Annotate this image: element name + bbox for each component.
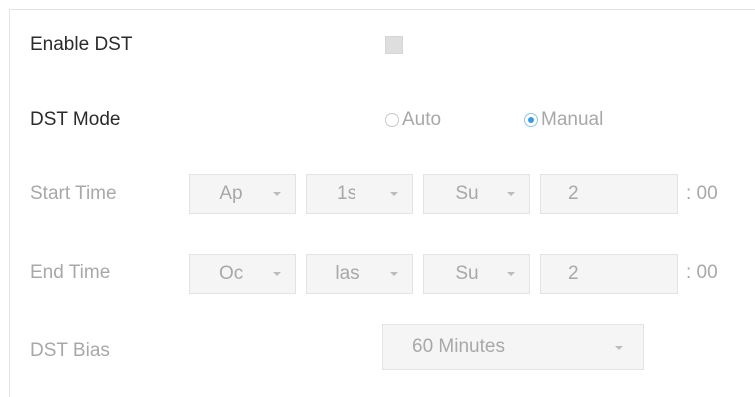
start-minute-suffix: : 00	[686, 183, 718, 204]
end-week-select[interactable]: las	[306, 254, 413, 294]
dst-mode-label: DST Mode	[30, 109, 121, 130]
start-week-value: 1s	[337, 183, 355, 204]
chevron-down-icon	[507, 272, 515, 276]
start-day-value: Su	[455, 183, 479, 204]
radio-checked-icon[interactable]	[524, 113, 538, 127]
end-month-select[interactable]: Oc	[189, 254, 296, 294]
dst-mode-manual-option[interactable]: Manual	[524, 108, 603, 132]
end-day-value: Su	[455, 263, 479, 284]
chevron-down-icon	[615, 346, 623, 350]
start-hour-input[interactable]: 2	[540, 174, 678, 214]
start-time-label: Start Time	[30, 183, 117, 204]
enable-dst-checkbox[interactable]	[385, 36, 403, 54]
dst-bias-select[interactable]: 60 Minutes	[382, 324, 644, 370]
end-week-value: las	[335, 263, 360, 284]
start-month-select[interactable]: Ap	[189, 174, 296, 214]
chevron-down-icon	[273, 272, 281, 276]
dst-mode-auto-label: Auto	[402, 109, 442, 130]
dst-bias-value: 60 Minutes	[412, 336, 505, 357]
chevron-down-icon	[507, 192, 515, 196]
dst-bias-label: DST Bias	[30, 340, 110, 361]
end-time-label: End Time	[30, 262, 111, 283]
chevron-down-icon	[390, 192, 398, 196]
start-day-select[interactable]: Su	[423, 174, 530, 214]
chevron-down-icon	[273, 192, 281, 196]
end-day-select[interactable]: Su	[423, 254, 530, 294]
end-month-value: Oc	[219, 263, 243, 284]
start-week-select[interactable]: 1s	[306, 174, 413, 214]
start-month-value: Ap	[219, 183, 243, 204]
dst-mode-auto-option[interactable]: Auto	[385, 108, 441, 132]
dst-mode-manual-label: Manual	[541, 109, 604, 130]
enable-dst-label: Enable DST	[30, 34, 133, 55]
radio-unchecked-icon[interactable]	[385, 113, 399, 127]
end-minute-suffix: : 00	[686, 262, 718, 283]
end-hour-input[interactable]: 2	[540, 254, 678, 294]
chevron-down-icon	[390, 272, 398, 276]
